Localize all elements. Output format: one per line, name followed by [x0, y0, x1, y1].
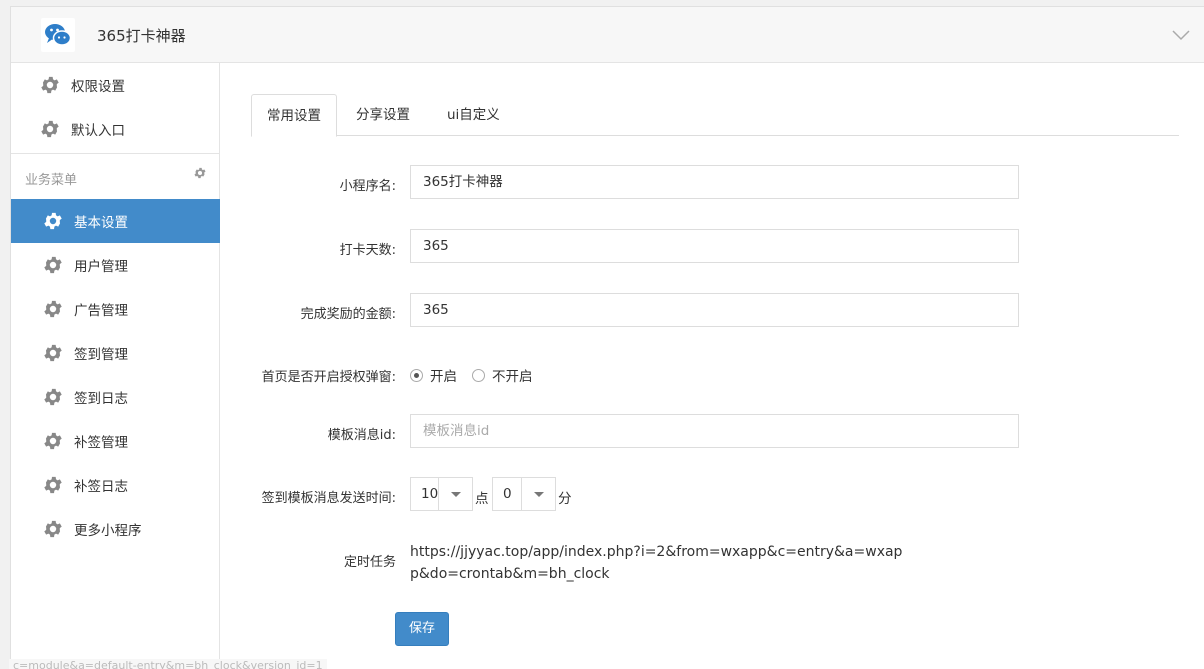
gear-icon: [44, 300, 62, 318]
checkin-days-input[interactable]: 365: [410, 229, 1019, 263]
send-time-label: 签到模板消息发送时间:: [261, 491, 396, 506]
status-bar-url: c=module&a=default-entry&m=bh_clock&vers…: [9, 659, 327, 669]
chevron-down-icon[interactable]: [1171, 25, 1191, 45]
sidebar-item-makeup-log[interactable]: 补签日志: [11, 463, 220, 507]
gear-icon: [41, 76, 59, 94]
sidebar-item-more-apps[interactable]: 更多小程序: [11, 507, 220, 551]
gear-icon: [44, 432, 62, 450]
app-title: 365打卡神器: [97, 27, 186, 45]
checkin-days-label: 打卡天数:: [339, 243, 396, 258]
hour-unit: 点: [475, 491, 489, 507]
auth-popup-on-radio[interactable]: [410, 368, 423, 382]
sidebar-item-makeup-manage[interactable]: 补签管理: [11, 419, 220, 463]
cron-url: https://jjyyac.top/app/index.php?i=2&fro…: [410, 544, 903, 582]
gear-icon: [44, 256, 62, 274]
reward-amount-input[interactable]: 365: [410, 293, 1019, 327]
hour-select[interactable]: 10: [410, 477, 473, 511]
gear-icon[interactable]: [193, 166, 207, 180]
wechat-logo-icon: [41, 18, 75, 52]
sidebar-item-checkin-manage[interactable]: 签到管理: [11, 331, 220, 375]
sidebar-item-label: 默认入口: [71, 123, 125, 139]
gear-icon: [44, 388, 62, 406]
sidebar-item-label: 更多小程序: [74, 523, 142, 539]
gear-icon: [41, 120, 59, 138]
gear-icon: [44, 520, 62, 538]
minute-value: 0: [503, 486, 512, 502]
cron-label: 定时任务: [343, 555, 396, 570]
sidebar: 权限设置 默认入口 业务菜单 基本设置 用户管理 广告管理 签到管理 签到日志: [11, 63, 220, 669]
auth-popup-off-radio[interactable]: [472, 368, 485, 382]
auth-popup-label: 首页是否开启授权弹窗:: [261, 370, 396, 385]
app-name-input[interactable]: 365打卡神器: [410, 165, 1019, 199]
sidebar-item-basic-settings[interactable]: 基本设置: [11, 199, 220, 243]
radio-label: 开启: [430, 369, 457, 385]
sidebar-item-users[interactable]: 用户管理: [11, 243, 220, 287]
sidebar-group-title: 业务菜单: [25, 173, 78, 188]
sidebar-item-label: 签到日志: [74, 391, 128, 407]
app-frame: 365打卡神器 权限设置 默认入口 业务菜单 基本设置 用户管理 广告管理 签到…: [9, 6, 1204, 669]
sidebar-item-default-entry[interactable]: 默认入口: [11, 107, 220, 151]
minute-select[interactable]: 0: [492, 477, 556, 511]
app-name-label: 小程序名:: [339, 179, 396, 194]
hour-value: 10: [421, 486, 439, 502]
sidebar-item-label: 补签日志: [74, 479, 128, 495]
tab-ui-custom[interactable]: ui自定义: [432, 94, 515, 136]
reward-amount-label: 完成奖励的金额:: [300, 307, 396, 322]
sidebar-item-label: 补签管理: [74, 435, 128, 451]
gear-icon: [44, 212, 62, 230]
auth-popup-radio-group: 开启 不开启: [410, 365, 548, 385]
sidebar-item-label: 基本设置: [74, 215, 128, 231]
gear-icon: [44, 344, 62, 362]
minute-unit: 分: [558, 491, 572, 507]
sidebar-item-label: 权限设置: [71, 79, 125, 95]
sidebar-item-label: 签到管理: [74, 347, 128, 363]
save-button[interactable]: 保存: [395, 612, 449, 646]
chevron-down-icon: [521, 478, 555, 510]
gear-icon: [44, 476, 62, 494]
sidebar-item-label: 广告管理: [74, 303, 128, 319]
template-id-label: 模板消息id:: [327, 428, 396, 443]
sidebar-item-checkin-log[interactable]: 签到日志: [11, 375, 220, 419]
sidebar-item-label: 用户管理: [74, 259, 128, 275]
sidebar-item-ads[interactable]: 广告管理: [11, 287, 220, 331]
sidebar-item-permissions[interactable]: 权限设置: [11, 63, 220, 107]
chevron-down-icon: [438, 478, 472, 510]
sidebar-divider: [11, 153, 220, 154]
template-id-input[interactable]: 模板消息id: [410, 414, 1019, 448]
radio-label: 不开启: [492, 369, 533, 385]
app-header: 365打卡神器: [11, 7, 1204, 63]
form-labels: 小程序名: 打卡天数: 完成奖励的金额: 首页是否开启授权弹窗: 模板消息id:…: [221, 7, 396, 607]
